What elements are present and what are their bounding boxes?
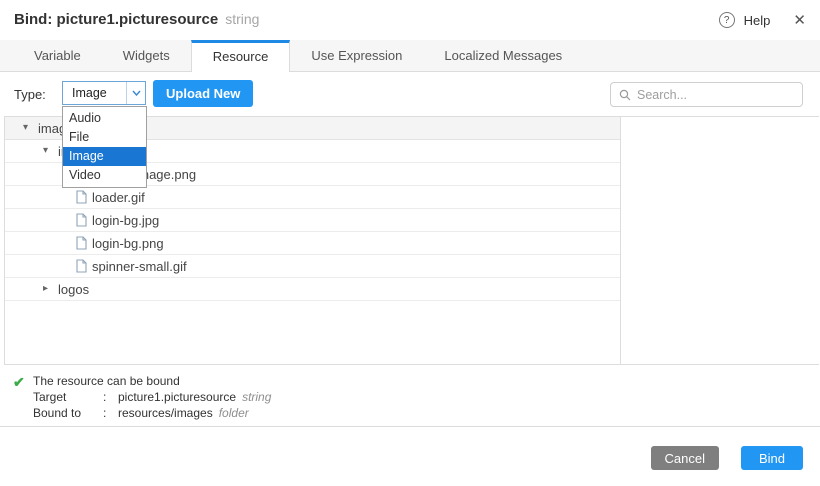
search-input[interactable] bbox=[631, 88, 804, 102]
close-icon[interactable]: ✕ bbox=[793, 13, 806, 28]
bind-button[interactable]: Bind bbox=[741, 446, 803, 470]
dialog-title-type-hint: string bbox=[225, 11, 259, 27]
dropdown-option-audio[interactable]: Audio bbox=[63, 109, 146, 128]
tree-preview-divider bbox=[620, 117, 621, 364]
tree-row-label: spinner-small.gif bbox=[92, 259, 187, 274]
type-select[interactable]: Image bbox=[62, 81, 146, 105]
dropdown-option-video[interactable]: Video bbox=[63, 166, 146, 185]
check-icon: ✔ bbox=[13, 374, 25, 391]
tab-variable[interactable]: Variable bbox=[13, 40, 102, 71]
help-icon[interactable]: ? bbox=[719, 12, 735, 28]
dialog-footer: Cancel Bind bbox=[0, 427, 820, 486]
tab-use-expression[interactable]: Use Expression bbox=[290, 40, 423, 71]
tree-row-label: loader.gif bbox=[92, 190, 145, 205]
bound-to-value: resources/images bbox=[118, 405, 213, 421]
dialog-title-text: Bind: picture1.picturesource bbox=[14, 11, 218, 28]
status-target-row: Target : picture1.picturesource string bbox=[33, 389, 271, 405]
tree-row-logos[interactable]: ▸ logos bbox=[5, 278, 620, 301]
type-dropdown-menu: Audio File Image Video bbox=[62, 106, 147, 188]
dropdown-option-file[interactable]: File bbox=[63, 128, 146, 147]
target-value: picture1.picturesource bbox=[118, 389, 236, 405]
dialog-header: Bind: picture1.picturesource string ? Hel… bbox=[0, 0, 820, 40]
status-bound-row: Bound to : resources/images folder bbox=[33, 405, 271, 421]
type-label: Type: bbox=[14, 87, 46, 102]
file-icon bbox=[76, 236, 92, 250]
dialog-title: Bind: picture1.picturesource string bbox=[14, 11, 259, 28]
bound-to-label: Bound to bbox=[33, 405, 103, 421]
file-icon bbox=[76, 213, 92, 227]
bound-to-type: folder bbox=[219, 405, 249, 421]
cancel-button[interactable]: Cancel bbox=[651, 446, 719, 470]
tree-row-file[interactable]: login-bg.jpg bbox=[5, 209, 620, 232]
bind-status: ✔ The resource can be bound Target : pic… bbox=[0, 365, 820, 427]
type-select-value: Image bbox=[63, 86, 126, 100]
tab-resource[interactable]: Resource bbox=[191, 40, 291, 72]
caret-down-icon[interactable]: ▾ bbox=[43, 146, 58, 156]
tree-row-label: logos bbox=[58, 282, 89, 297]
search-box bbox=[610, 82, 803, 107]
tree-row-file[interactable]: login-bg.png bbox=[5, 232, 620, 255]
chevron-down-icon[interactable] bbox=[126, 82, 145, 104]
search-icon bbox=[619, 89, 631, 101]
caret-right-icon[interactable]: ▸ bbox=[43, 284, 58, 294]
caret-down-icon[interactable]: ▾ bbox=[23, 123, 38, 133]
tab-localized-messages[interactable]: Localized Messages bbox=[423, 40, 583, 71]
target-label: Target bbox=[33, 389, 103, 405]
tab-bar: Variable Widgets Resource Use Expression… bbox=[0, 40, 820, 72]
help-button[interactable]: Help bbox=[744, 13, 771, 28]
upload-new-button[interactable]: Upload New bbox=[153, 80, 253, 107]
status-message: The resource can be bound bbox=[33, 373, 271, 389]
file-icon bbox=[76, 259, 92, 273]
tree-row-label: login-bg.jpg bbox=[92, 213, 159, 228]
file-icon bbox=[76, 190, 92, 204]
tab-widgets[interactable]: Widgets bbox=[102, 40, 191, 71]
tree-row-file[interactable]: loader.gif bbox=[5, 186, 620, 209]
tree-row-label: login-bg.png bbox=[92, 236, 164, 251]
dropdown-option-image[interactable]: Image bbox=[63, 147, 146, 166]
tree-row-file[interactable]: spinner-small.gif bbox=[5, 255, 620, 278]
target-type: string bbox=[242, 389, 271, 405]
